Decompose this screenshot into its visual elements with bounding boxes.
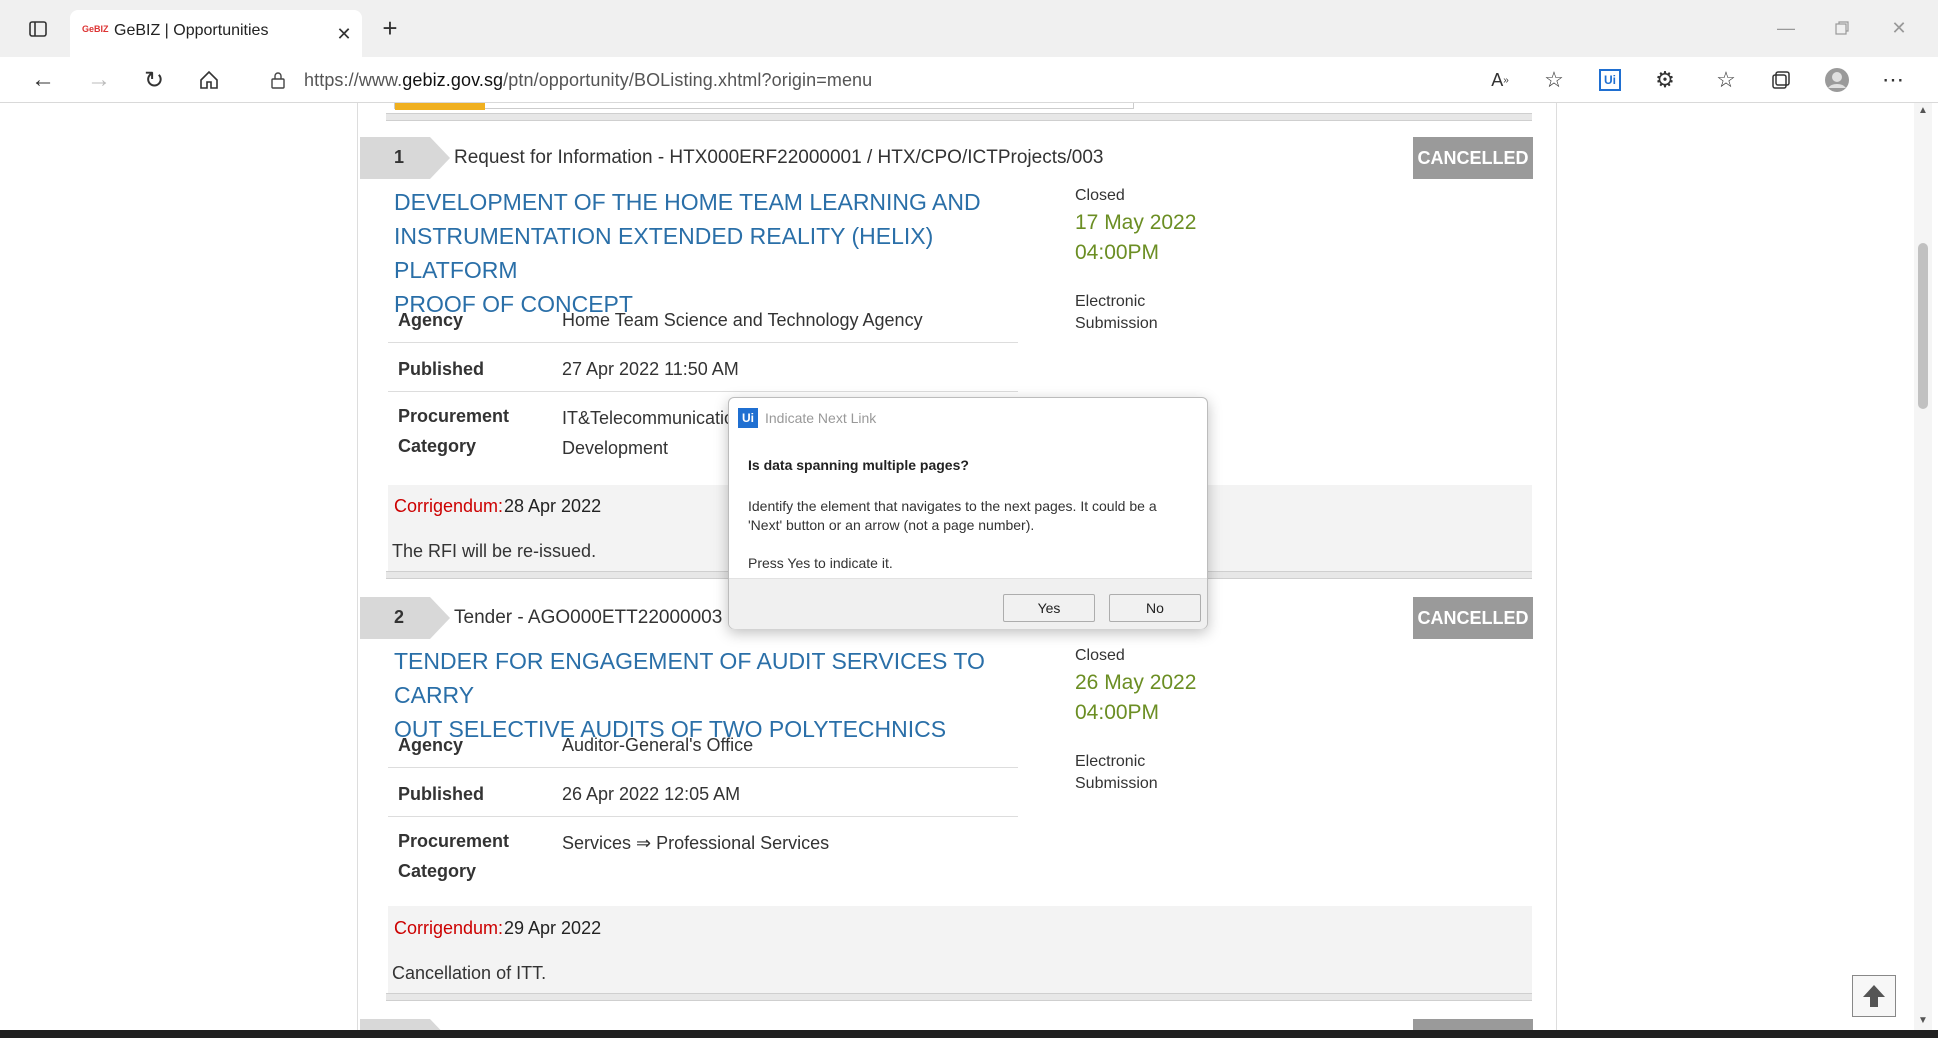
published-label: Published <box>398 784 485 804</box>
scrollbar-thumb[interactable] <box>1918 243 1928 409</box>
section-divider <box>386 113 1532 121</box>
no-button[interactable]: No <box>1109 594 1201 622</box>
listing-type-line: Request for Information - HTX000ERF22000… <box>454 147 1104 168</box>
agency-label: Agency <box>398 735 464 755</box>
row-divider <box>388 816 1018 817</box>
submission-line: Submission <box>1075 315 1158 332</box>
closed-date: 26 May 2022 <box>1075 671 1197 694</box>
row-divider <box>388 391 1018 392</box>
corrigendum-date: 29 Apr 2022 <box>504 918 602 938</box>
collections-icon[interactable] <box>1767 66 1795 94</box>
section-divider <box>386 993 1532 1001</box>
back-icon[interactable]: ← <box>29 66 57 94</box>
submission-line: Submission <box>1075 775 1158 792</box>
corrigendum-date: 28 Apr 2022 <box>504 496 602 516</box>
listing-number: 1 <box>360 137 450 179</box>
agency-label: Agency <box>398 310 464 330</box>
tab-gebiz-opportunities[interactable]: GeBIZ GeBIZ | Opportunities ✕ <box>70 10 362 57</box>
procurement-value-cont: Development <box>562 438 669 458</box>
published-value: 26 Apr 2022 12:05 AM <box>562 784 741 804</box>
close-window-icon[interactable]: ✕ <box>1885 14 1913 42</box>
home-icon[interactable] <box>195 66 223 94</box>
corrigendum-text: The RFI will be re-issued. <box>392 541 597 561</box>
title-line: TENDER FOR ENGAGEMENT OF AUDIT SERVICES … <box>394 648 985 708</box>
uipath-extension-label: Ui <box>1599 69 1621 91</box>
forward-icon[interactable]: → <box>85 66 113 94</box>
agency-value: Auditor-General's Office <box>562 735 754 755</box>
procurement-label: Procurement <box>398 406 510 426</box>
read-aloud-icon[interactable]: A» <box>1486 66 1514 94</box>
dialog-text-line: 'Next' button or an arrow (not a page nu… <box>748 517 1035 533</box>
category-label: Category <box>398 436 477 456</box>
status-badge: CANCELLED <box>1413 597 1533 639</box>
procurement-value: Services ⇒ Professional Services <box>562 833 830 853</box>
minimize-icon[interactable]: — <box>1772 14 1800 42</box>
arrow-up-icon <box>1863 985 1885 1007</box>
indicate-next-link-dialog: Ui Indicate Next Link Is data spanning m… <box>728 397 1208 629</box>
published-label: Published <box>398 359 485 379</box>
listing-title-link[interactable]: DEVELOPMENT OF THE HOME TEAM LEARNING AN… <box>394 185 1034 321</box>
corrigendum-text: Cancellation of ITT. <box>392 963 547 983</box>
taskbar-edge <box>0 1030 1938 1038</box>
back-to-top-button[interactable] <box>1852 975 1896 1017</box>
more-menu-icon[interactable]: ⋯ <box>1879 66 1907 94</box>
closed-label: Closed <box>1075 647 1125 664</box>
url-domain: gebiz.gov.sg <box>402 70 504 90</box>
published-value: 27 Apr 2022 11:50 AM <box>562 359 739 379</box>
address-bar-row: ← → ↻ https://www.gebiz.gov.sg/ptn/oppor… <box>0 57 1938 103</box>
extensions-icon[interactable]: ⚙ <box>1651 66 1679 94</box>
browser-tab-bar: GeBIZ GeBIZ | Opportunities ✕ + — ✕ <box>0 0 1938 57</box>
page-scrollbar[interactable]: ▲ ▼ <box>1914 103 1932 1030</box>
category-label: Category <box>398 861 477 881</box>
uipath-extension-icon[interactable]: Ui <box>1596 66 1624 94</box>
status-badge-partial <box>1413 1019 1533 1030</box>
row-divider <box>388 767 1018 768</box>
url-prefix: https://www. <box>304 70 403 90</box>
corrigendum-label: Corrigendum: <box>394 496 504 516</box>
tab-title: GeBIZ | Opportunities <box>114 22 269 39</box>
gebiz-favicon-icon: GeBIZ <box>82 24 109 34</box>
dialog-text-line: Identify the element that navigates to t… <box>748 498 1157 514</box>
status-tabs-strip[interactable] <box>394 103 1134 110</box>
scroll-up-icon[interactable]: ▲ <box>1917 105 1929 116</box>
restore-icon[interactable] <box>1828 14 1856 42</box>
status-tab-active[interactable] <box>395 103 485 110</box>
tab-actions-icon[interactable] <box>24 15 52 43</box>
uipath-logo-icon: Ui <box>738 408 758 428</box>
lock-icon[interactable] <box>264 66 292 94</box>
yes-button[interactable]: Yes <box>1003 594 1095 622</box>
scroll-down-icon[interactable]: ▼ <box>1917 1015 1929 1026</box>
favorites-icon[interactable]: ☆ <box>1712 66 1740 94</box>
closed-date: 17 May 2022 <box>1075 211 1197 234</box>
row-divider <box>388 342 1018 343</box>
dialog-text-line: Press Yes to indicate it. <box>748 555 893 571</box>
url-path: /ptn/opportunity/BOListing.xhtml?origin=… <box>503 70 873 90</box>
agency-value: Home Team Science and Technology Agency <box>562 310 923 330</box>
dialog-question: Is data spanning multiple pages? <box>748 457 969 473</box>
listing-number-partial <box>360 1019 450 1030</box>
add-favorite-icon[interactable]: ☆ <box>1540 66 1568 94</box>
submission-line: Electronic <box>1075 753 1146 770</box>
close-tab-icon[interactable]: ✕ <box>330 20 358 48</box>
closed-label: Closed <box>1075 187 1125 204</box>
url-field[interactable]: https://www.gebiz.gov.sg/ptn/opportunity… <box>304 70 872 91</box>
profile-avatar-icon[interactable] <box>1823 66 1851 94</box>
title-line: DEVELOPMENT OF THE HOME TEAM LEARNING AN… <box>394 189 981 215</box>
closed-time: 04:00PM <box>1075 241 1160 264</box>
new-tab-icon[interactable]: + <box>376 13 404 43</box>
dialog-title: Indicate Next Link <box>765 410 877 426</box>
corrigendum-label: Corrigendum: <box>394 918 504 938</box>
closed-time: 04:00PM <box>1075 701 1160 724</box>
procurement-label: Procurement <box>398 831 510 851</box>
refresh-icon[interactable]: ↻ <box>140 66 168 94</box>
title-line: INSTRUMENTATION EXTENDED REALITY (HELIX)… <box>394 223 934 283</box>
listing-type-line: Tender - AGO000ETT22000003 <box>454 607 723 628</box>
listing-number: 2 <box>360 597 450 639</box>
status-badge: CANCELLED <box>1413 137 1533 179</box>
submission-line: Electronic <box>1075 293 1146 310</box>
listing-number-text: 1 <box>393 147 404 167</box>
listing-number-text: 2 <box>393 607 404 627</box>
